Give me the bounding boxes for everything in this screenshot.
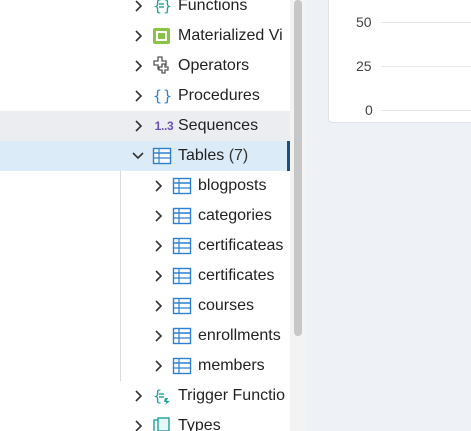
table-name: certificates [198,267,275,284]
chevron-right-icon[interactable] [131,59,145,73]
chevron-right-icon[interactable] [151,239,165,253]
table-name: courses [198,297,255,314]
tree-item-sequences[interactable]: 1..3 Sequences [0,111,290,141]
chevron-right-icon[interactable] [151,329,165,343]
chevron-right-icon[interactable] [151,359,165,373]
chevron-right-icon[interactable] [131,419,145,431]
tree-item-label: Materialized Vi [178,27,283,44]
tree-item-label: Procedures [178,87,260,104]
table-name: members [198,357,265,374]
materialized-view-icon [152,26,172,46]
table-icon [172,206,192,226]
table-icon [172,296,192,316]
chevron-right-icon[interactable] [151,269,165,283]
object-browser-tree: {} Functions Materialized Vi Operators {… [0,0,290,431]
chevron-right-icon[interactable] [131,389,145,403]
gridline [381,66,471,67]
table-name: enrollments [198,327,281,344]
chevron-right-icon[interactable] [151,179,165,193]
chevron-right-icon[interactable] [131,119,145,133]
tree-item-materialized-views[interactable]: Materialized Vi [0,21,290,51]
y-tick-label: 25 [356,58,372,74]
tree-item-label: Types [178,417,221,431]
table-row[interactable]: enrollments [0,321,290,351]
table-row[interactable]: members [0,351,290,381]
tree-item-trigger-functions[interactable]: { Trigger Functio [0,381,290,411]
y-tick-label: 0 [365,102,373,118]
svg-text:}: } [163,0,172,15]
types-icon [152,416,172,431]
tree-item-label-group: Tables (7) [178,147,248,165]
operators-icon [152,56,172,76]
table-row[interactable]: courses [0,291,290,321]
chevron-down-icon[interactable] [131,149,145,163]
table-count: (7) [228,147,249,164]
table-icon [172,176,192,196]
tree-item-procedures[interactable]: {} Procedures [0,81,290,111]
table-icon [172,326,192,346]
tree-item-operators[interactable]: Operators [0,51,290,81]
table-name: categories [198,207,272,224]
svg-text:{: { [153,87,162,105]
chevron-right-icon[interactable] [131,0,145,13]
table-name: blogposts [198,177,267,194]
tree-item-label: Sequences [178,117,259,134]
table-row[interactable]: categories [0,201,290,231]
svg-text:}: } [163,87,172,105]
table-name: certificateas [198,237,284,254]
chart-card: 50 25 0 [328,0,471,123]
sequences-icon: 1..3 [154,119,174,133]
y-tick-label: 50 [356,14,372,30]
table-row[interactable]: blogposts [0,171,290,201]
trigger-functions-icon: { [152,386,172,406]
tree-item-functions[interactable]: {} Functions [0,0,290,21]
procedures-icon: {} [152,86,172,106]
tree-item-tables[interactable]: Tables (7) [0,141,290,171]
table-icon [172,266,192,286]
tree-item-label: Operators [178,57,250,74]
table-icon [172,356,192,376]
functions-icon: {} [152,0,172,16]
tree-item-label: Functions [178,0,248,14]
tree-item-label: Trigger Functio [178,387,285,404]
gridline [381,110,471,111]
table-row[interactable]: certificates [0,261,290,291]
gridline [381,22,471,23]
svg-text:{: { [153,387,162,405]
tree-item-types[interactable]: Types [0,411,290,431]
chevron-right-icon[interactable] [151,209,165,223]
chevron-right-icon[interactable] [131,29,145,43]
chevron-right-icon[interactable] [151,299,165,313]
chevron-right-icon[interactable] [131,89,145,103]
tree-item-label: Tables [178,147,225,164]
tables-icon [152,146,172,166]
table-row[interactable]: certificateas [0,231,290,261]
tree-scrollbar-thumb[interactable] [294,0,302,336]
table-icon [172,236,192,256]
